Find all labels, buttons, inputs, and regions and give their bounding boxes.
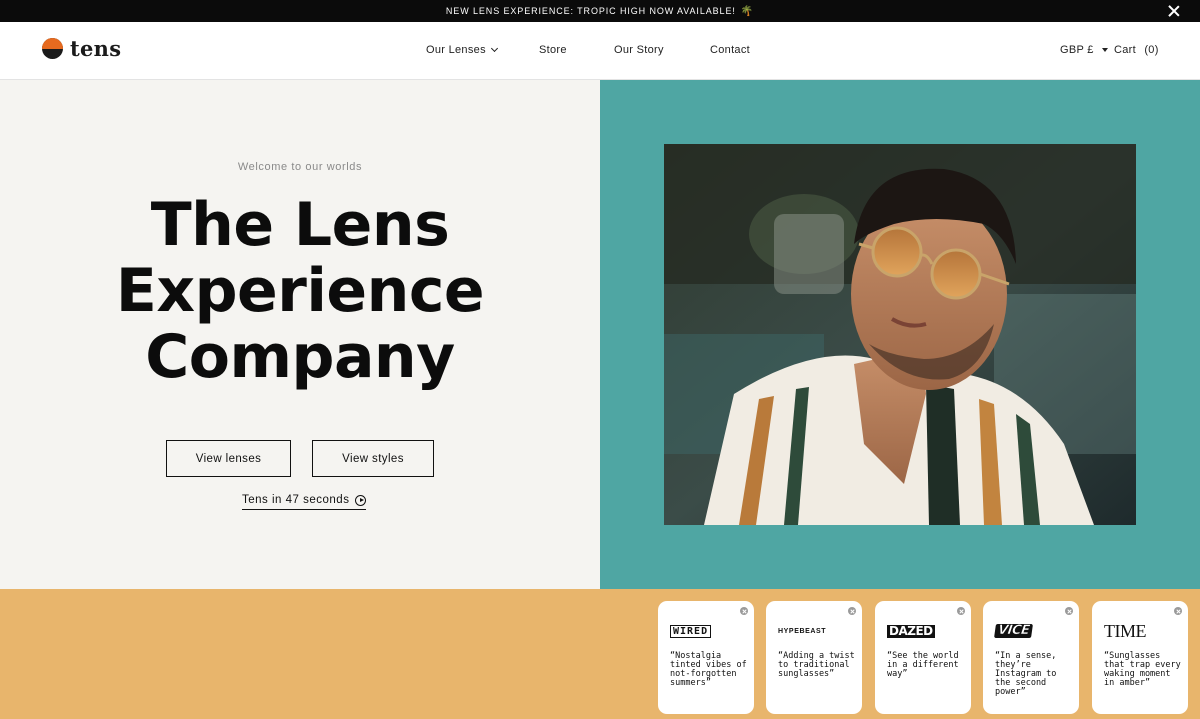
- hero-image-panel: [600, 80, 1200, 589]
- logo[interactable]: tens: [42, 38, 121, 59]
- close-icon[interactable]: [1174, 607, 1182, 615]
- view-lenses-button[interactable]: View lenses: [166, 440, 291, 477]
- headline-line-2: Experience: [115, 256, 485, 326]
- press-quote: “In a sense, they’re Instagram to the se…: [995, 651, 1057, 697]
- headline-line-3: Company: [145, 322, 455, 392]
- announcement-bar: NEW LENS EXPERIENCE: TROPIC HIGH NOW AVA…: [0, 0, 1200, 22]
- cart-link[interactable]: Cart (0): [1114, 44, 1159, 56]
- nav-our-lenses[interactable]: Our Lenses: [426, 44, 498, 56]
- cart-label: Cart: [1114, 44, 1136, 56]
- nav-our-story[interactable]: Our Story: [614, 44, 664, 56]
- cart-count: (0): [1144, 44, 1159, 56]
- close-icon[interactable]: [1166, 3, 1182, 19]
- press-quote: “Adding a twist to traditional sunglasse…: [778, 651, 855, 679]
- announcement-text: NEW LENS EXPERIENCE: TROPIC HIGH NOW AVA…: [445, 6, 736, 16]
- close-icon[interactable]: [957, 607, 965, 615]
- logo-text: tens: [70, 36, 122, 61]
- caret-down-icon: [1101, 48, 1108, 52]
- press-card[interactable]: TIME “Sunglasses that trap every waking …: [1092, 601, 1188, 714]
- wired-logo: WIRED: [670, 623, 712, 639]
- headline-line-1: The Lens: [150, 190, 450, 260]
- press-card[interactable]: VICE “In a sense, they’re Instagram to t…: [983, 601, 1079, 714]
- currency-selector[interactable]: GBP £: [1060, 44, 1108, 56]
- nav-store[interactable]: Store: [539, 44, 567, 56]
- nav-our-lenses-label: Our Lenses: [426, 44, 486, 56]
- close-icon[interactable]: [1065, 607, 1073, 615]
- press-strip: WIRED “Nostalgia tinted vibes of not-for…: [0, 589, 1200, 719]
- press-card[interactable]: DAZED “See the world in a different way”: [875, 601, 971, 714]
- hypebeast-logo: HYPEBEAST: [778, 627, 827, 635]
- nav-contact[interactable]: Contact: [710, 44, 750, 56]
- hero-eyebrow: Welcome to our worlds: [237, 161, 363, 173]
- press-quote: “Sunglasses that trap every waking momen…: [1104, 651, 1181, 688]
- hero-headline: The Lens Experience Company: [0, 192, 600, 390]
- palm-tree-icon: 🌴: [740, 5, 755, 17]
- vice-logo: VICE: [994, 623, 1034, 639]
- video-link[interactable]: Tens in 47 seconds: [242, 494, 367, 510]
- close-icon[interactable]: [740, 607, 748, 615]
- chevron-down-icon: [490, 44, 498, 53]
- press-card[interactable]: WIRED “Nostalgia tinted vibes of not-for…: [658, 601, 754, 714]
- press-quote: “Nostalgia tinted vibes of not-forgotten…: [670, 651, 747, 688]
- play-icon: [355, 494, 367, 506]
- hero-photo-illustration: [664, 144, 1136, 525]
- press-card[interactable]: HYPEBEAST “Adding a twist to traditional…: [766, 601, 862, 714]
- view-styles-button[interactable]: View styles: [312, 440, 434, 477]
- dazed-logo: DAZED: [887, 623, 935, 638]
- currency-label: GBP £: [1060, 44, 1094, 56]
- time-logo: TIME: [1104, 620, 1147, 641]
- press-quote: “See the world in a different way”: [887, 651, 959, 679]
- video-link-label: Tens in 47 seconds: [242, 494, 350, 506]
- hero-text-panel: Welcome to our worlds The Lens Experienc…: [0, 80, 600, 589]
- logo-mark-icon: [42, 38, 63, 59]
- close-icon[interactable]: [848, 607, 856, 615]
- site-header: tens Our Lenses Store Our Story Contact …: [0, 22, 1200, 80]
- hero-photo: [664, 144, 1136, 525]
